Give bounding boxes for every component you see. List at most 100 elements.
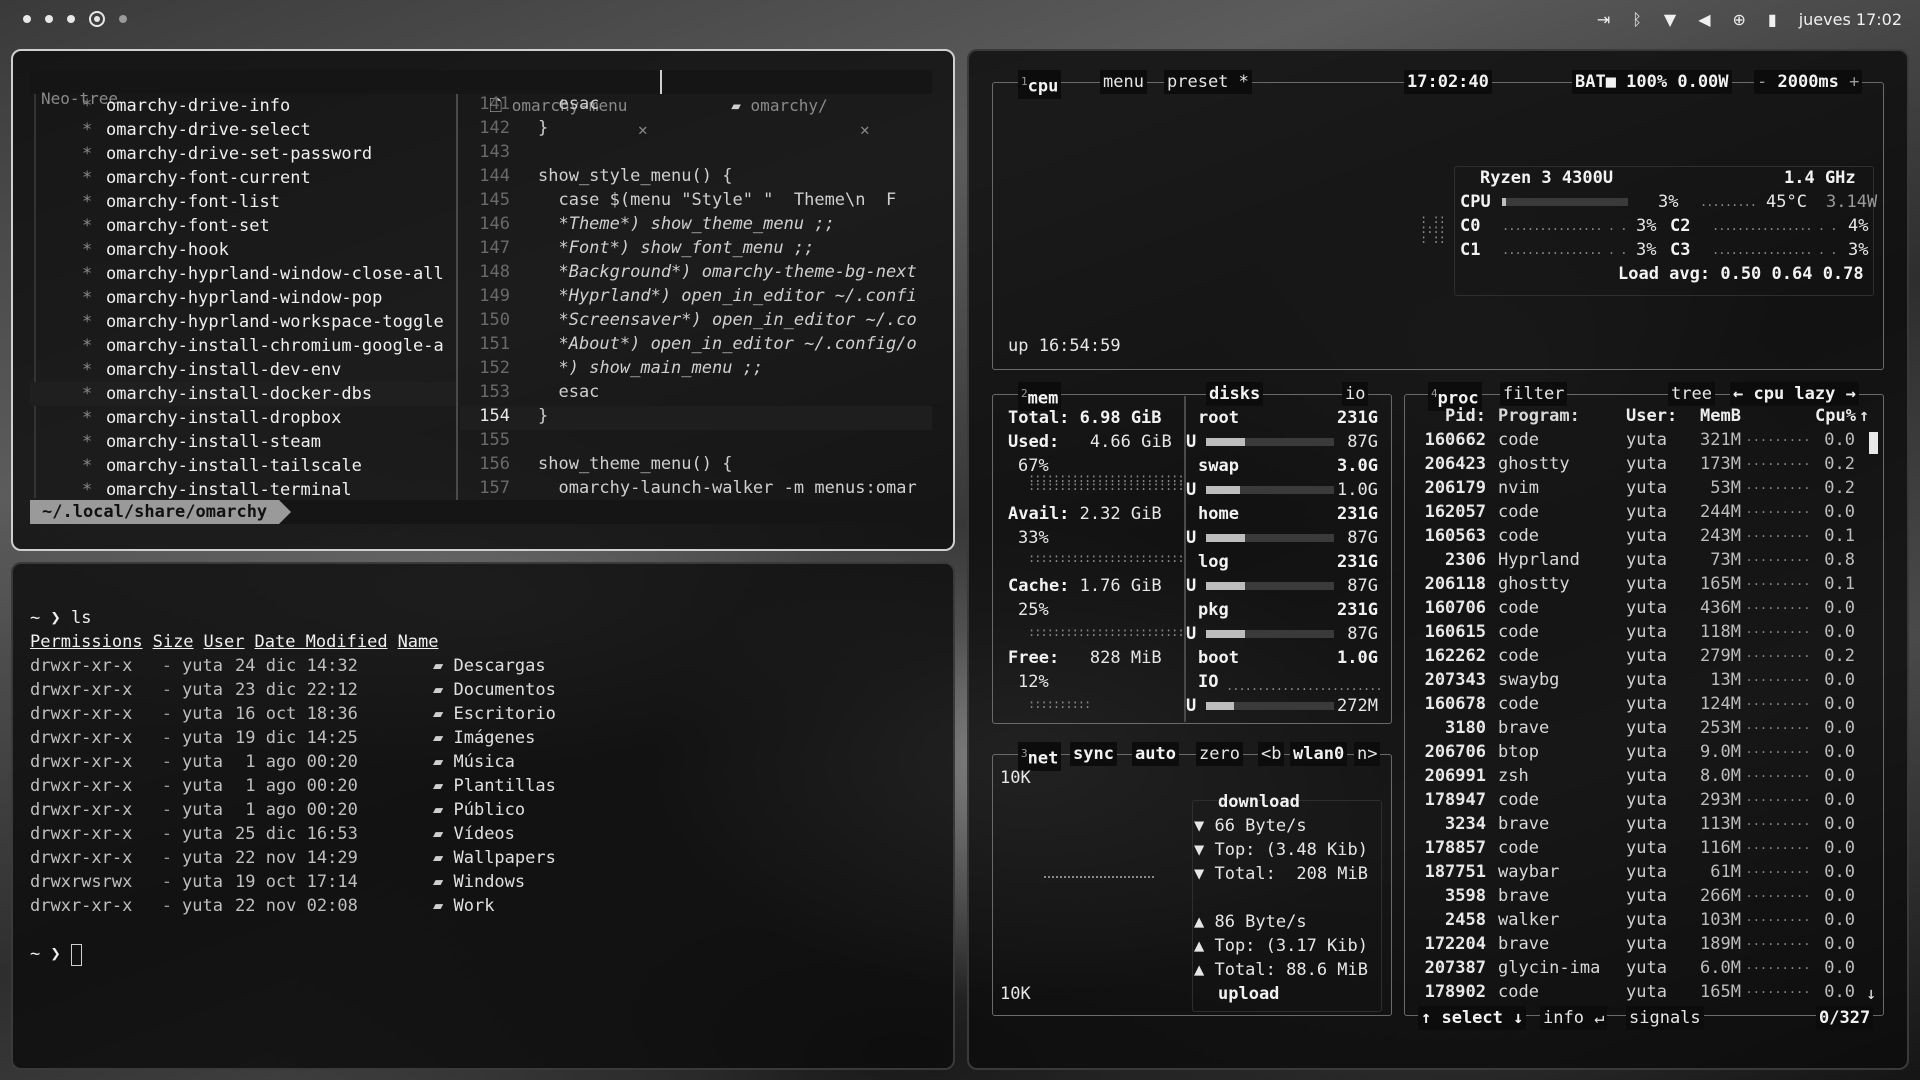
- code-line[interactable]: 149 *Hyprland*) open_in_editor ~/.confi: [460, 286, 932, 310]
- tree-item[interactable]: * omarchy-install-tailscale: [30, 454, 456, 478]
- code-editor[interactable]: 141 esac 142} 143 144 show_style_menu() {145…: [460, 94, 932, 500]
- tree-item[interactable]: * omarchy-install-chromium-google-a: [30, 334, 456, 358]
- proc-signals[interactable]: signals: [1626, 1006, 1704, 1030]
- tree-item[interactable]: * omarchy-install-terminal: [30, 478, 456, 502]
- wifi-icon[interactable]: ▼: [1664, 10, 1676, 29]
- process-row[interactable]: 162057 code yuta 244M......... 0.0: [1416, 502, 1855, 526]
- tree-item[interactable]: * omarchy-font-current: [30, 166, 456, 190]
- code-line[interactable]: 141 esac: [460, 94, 932, 118]
- file-star-icon: *: [82, 432, 93, 452]
- tree-item[interactable]: * omarchy-drive-set-password: [30, 142, 456, 166]
- code-line[interactable]: 152 *) show_main_menu ;;: [460, 358, 932, 382]
- proc-scrollbar[interactable]: [1869, 432, 1878, 454]
- tree-item[interactable]: * omarchy-drive-select: [30, 118, 456, 142]
- process-row[interactable]: 206423 ghostty yuta 173M......... 0.2: [1416, 454, 1855, 478]
- process-row[interactable]: 160662 code yuta 321M......... 0.0: [1416, 430, 1855, 454]
- io-toggle[interactable]: io: [1342, 382, 1369, 406]
- net-zero-toggle[interactable]: zero: [1196, 742, 1243, 766]
- process-row[interactable]: 187751 waybar yuta 61M......... 0.0: [1416, 862, 1855, 886]
- process-row[interactable]: 172204 brave yuta 189M......... 0.0: [1416, 934, 1855, 958]
- tab-omarchy-folder[interactable]: ▰ omarchy/ ✕: [712, 70, 872, 139]
- tree-item[interactable]: * omarchy-install-dropbox: [30, 406, 456, 430]
- process-row[interactable]: 207387 glycin-ima yuta 6.0M......... 0.0: [1416, 958, 1855, 982]
- net-iface-prev[interactable]: <b: [1258, 742, 1285, 766]
- disks-title[interactable]: disks: [1206, 382, 1264, 406]
- proc-sort[interactable]: ← cpu lazy →: [1730, 382, 1859, 406]
- code-line[interactable]: 143: [460, 142, 932, 166]
- process-row[interactable]: 206706 btop yuta 9.0M......... 0.0: [1416, 742, 1855, 766]
- battery-icon[interactable]: ▮: [1768, 10, 1777, 29]
- cpu-icon[interactable]: ⊕: [1733, 10, 1746, 29]
- code-line[interactable]: 153 esac: [460, 382, 932, 406]
- prompt-line-active[interactable]: ~ ❯: [30, 944, 930, 968]
- process-row[interactable]: 160678 code yuta 124M......... 0.0: [1416, 694, 1855, 718]
- process-row[interactable]: 160706 code yuta 436M......... 0.0: [1416, 598, 1855, 622]
- proc-tree-toggle[interactable]: tree: [1668, 382, 1715, 406]
- workspace-1[interactable]: [23, 15, 31, 23]
- process-row[interactable]: 160563 code yuta 243M......... 0.1: [1416, 526, 1855, 550]
- net-auto-toggle[interactable]: auto: [1132, 742, 1179, 766]
- tree-item[interactable]: * omarchy-font-set: [30, 214, 456, 238]
- tree-item[interactable]: * omarchy-install-docker-dbs: [30, 382, 456, 406]
- clock[interactable]: jueves 17:02: [1799, 10, 1902, 29]
- tree-item[interactable]: * omarchy-drive-info: [30, 94, 456, 118]
- cpu-box-title[interactable]: 1cpu: [1018, 70, 1062, 99]
- workspace-4-active[interactable]: [89, 11, 105, 27]
- logout-icon[interactable]: ⇥: [1597, 10, 1610, 29]
- process-row[interactable]: 207343 swaybg yuta 13M......... 0.0: [1416, 670, 1855, 694]
- process-row[interactable]: 3180 brave yuta 253M......... 0.0: [1416, 718, 1855, 742]
- tree-item[interactable]: * omarchy-hyprland-workspace-toggle: [30, 310, 456, 334]
- ls-row: drwxr-xr-x - yuta 1 ago 00:20 ▰ Música: [30, 752, 930, 776]
- code-line[interactable]: 147 *Font*) show_font_menu ;;: [460, 238, 932, 262]
- workspace-5[interactable]: [119, 15, 127, 23]
- proc-filter[interactable]: filter: [1500, 382, 1568, 406]
- workspace-2[interactable]: [45, 15, 53, 23]
- workspace-3[interactable]: [67, 15, 75, 23]
- code-line[interactable]: 148 *Background*) omarchy-theme-bg-next: [460, 262, 932, 286]
- process-row[interactable]: 162262 code yuta 279M......... 0.2: [1416, 646, 1855, 670]
- code-line[interactable]: 157 omarchy-launch-walker -m menus:omar: [460, 478, 932, 502]
- code-line[interactable]: 156 show_theme_menu() {: [460, 454, 932, 478]
- tree-item[interactable]: * omarchy-font-list: [30, 190, 456, 214]
- process-row[interactable]: 2458 walker yuta 103M......... 0.0: [1416, 910, 1855, 934]
- code-line[interactable]: 145 case $(menu "Style" " Theme\n F: [460, 190, 932, 214]
- tree-item[interactable]: * omarchy-hyprland-window-pop: [30, 286, 456, 310]
- scroll-down-icon[interactable]: ↓: [1866, 982, 1876, 1006]
- process-row[interactable]: 2306 Hyprland yuta 73M......... 0.8: [1416, 550, 1855, 574]
- window-split[interactable]: [456, 94, 458, 500]
- net-sync-toggle[interactable]: sync: [1070, 742, 1117, 766]
- process-row[interactable]: 160615 code yuta 118M......... 0.0: [1416, 622, 1855, 646]
- process-row[interactable]: 206991 zsh yuta 8.0M......... 0.0: [1416, 766, 1855, 790]
- net-iface-next[interactable]: n>: [1354, 742, 1381, 766]
- preset-button[interactable]: preset *: [1164, 70, 1252, 94]
- interval-control[interactable]: - 2000ms +: [1754, 70, 1863, 94]
- code-line[interactable]: 144 show_style_menu() {: [460, 166, 932, 190]
- core-c1-pct: 3%: [1636, 240, 1657, 260]
- code-line[interactable]: 146 *Theme*) show_theme_menu ;;: [460, 214, 932, 238]
- code-line[interactable]: 142}: [460, 118, 932, 142]
- process-row[interactable]: 178857 code yuta 116M......... 0.0: [1416, 838, 1855, 862]
- process-row[interactable]: 178947 code yuta 293M......... 0.0: [1416, 790, 1855, 814]
- process-row[interactable]: 3234 brave yuta 113M......... 0.0: [1416, 814, 1855, 838]
- proc-info[interactable]: info ↵: [1540, 1006, 1608, 1030]
- process-row[interactable]: 206179 nvim yuta 53M......... 0.2: [1416, 478, 1855, 502]
- menu-button[interactable]: menu: [1100, 70, 1147, 94]
- bluetooth-icon[interactable]: ᛒ: [1632, 10, 1642, 29]
- tree-item[interactable]: * omarchy-hyprland-window-close-all: [30, 262, 456, 286]
- code-line[interactable]: 154}: [460, 406, 932, 430]
- process-row[interactable]: 3598 brave yuta 266M......... 0.0: [1416, 886, 1855, 910]
- tab-omarchy-menu[interactable]: 🗋 omarchy-menu ✕: [470, 70, 660, 139]
- tree-item[interactable]: * omarchy-hook: [30, 238, 456, 262]
- tree-item[interactable]: * omarchy-install-steam: [30, 430, 456, 454]
- pid: 178857: [1424, 838, 1486, 858]
- code-line[interactable]: 150 *Screensaver*) open_in_editor ~/.co: [460, 310, 932, 334]
- process-row[interactable]: 206118 ghostty yuta 165M......... 0.1: [1416, 574, 1855, 598]
- code-line[interactable]: 155: [460, 430, 932, 454]
- tree-item[interactable]: * omarchy-install-dev-env: [30, 358, 456, 382]
- volume-icon[interactable]: ◀: [1698, 10, 1710, 29]
- process-row[interactable]: 178902 code yuta 165M......... 0.0: [1416, 982, 1855, 1006]
- proc-select[interactable]: ↑ select ↓: [1418, 1006, 1527, 1030]
- code-line[interactable]: 151 *About*) open_in_editor ~/.config/o: [460, 334, 932, 358]
- permissions: drwxrwsrwx: [30, 872, 133, 892]
